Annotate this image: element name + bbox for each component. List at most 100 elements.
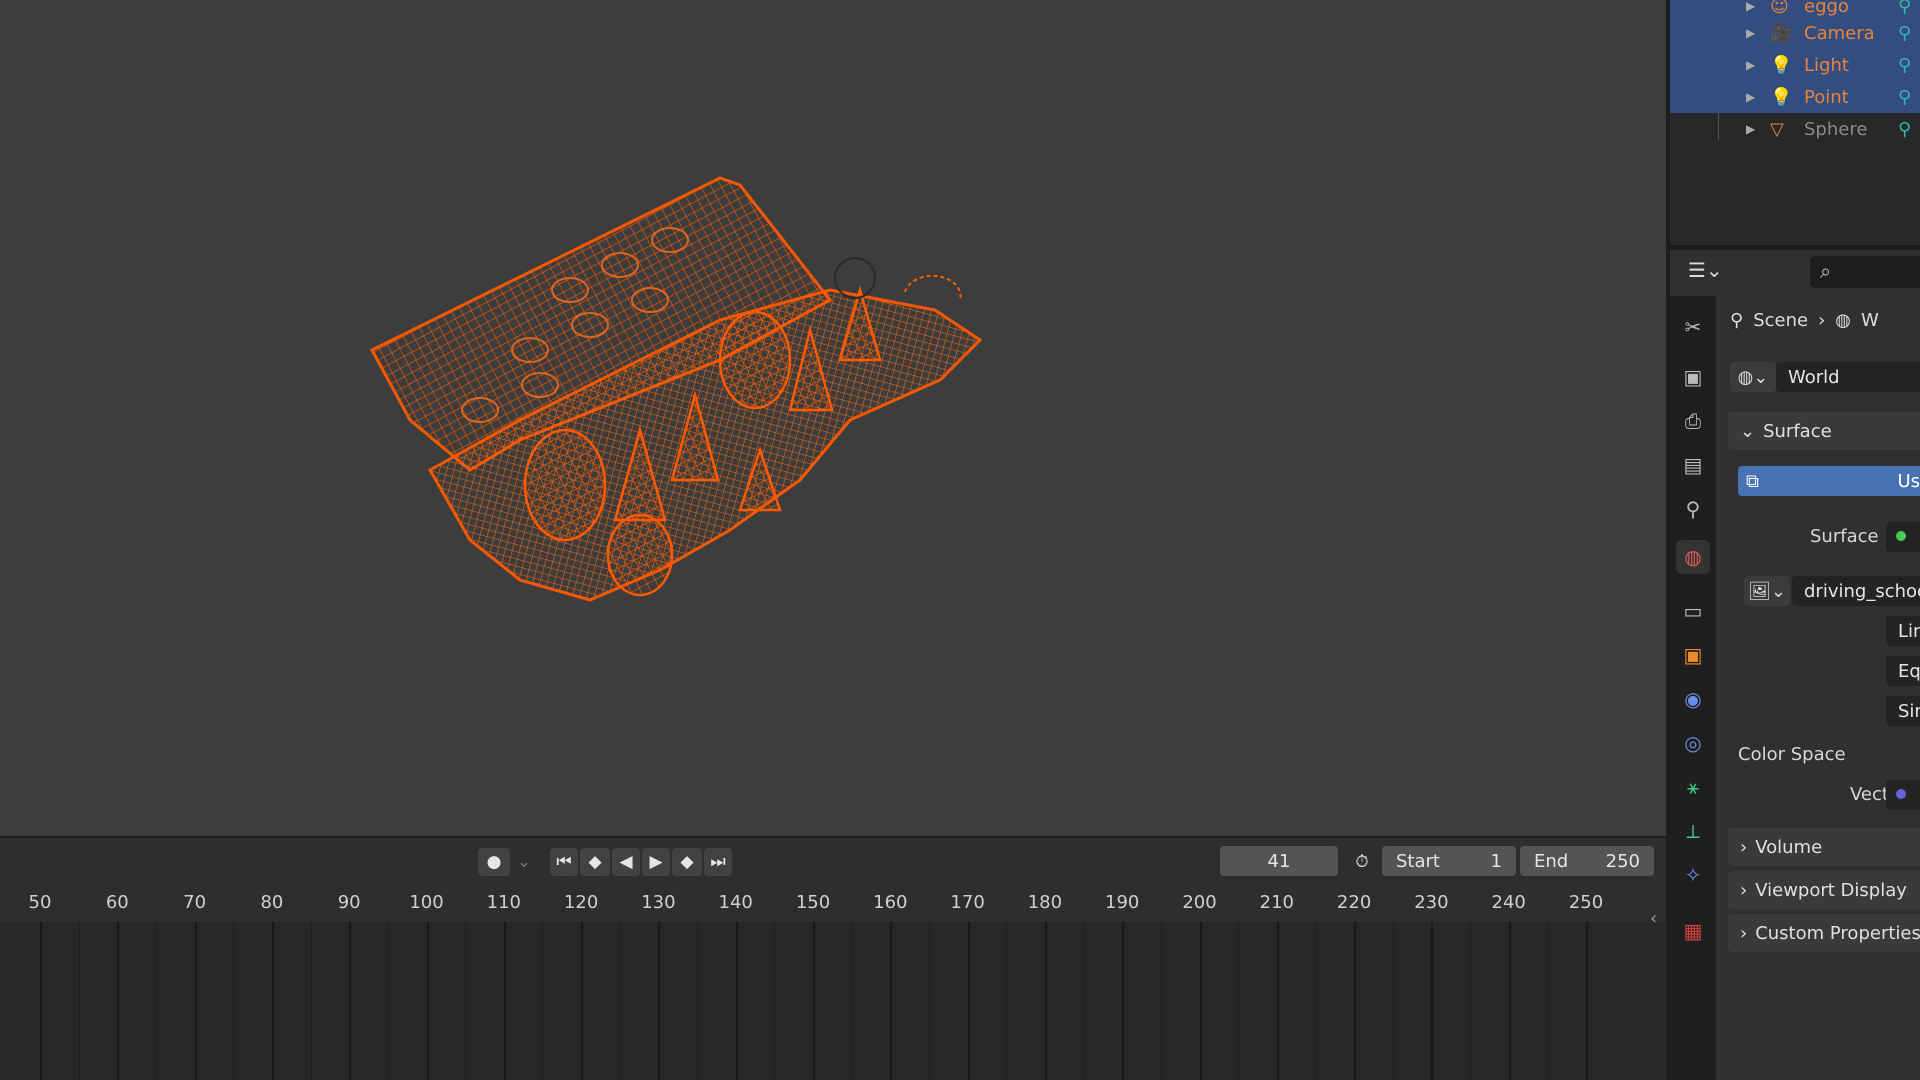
texture-icon[interactable]: ▦ (1680, 918, 1706, 944)
outliner-item[interactable]: ▶ 💡 Point ⚲ (1670, 81, 1920, 113)
world-icon[interactable]: ◍ (1676, 540, 1710, 574)
grid-line (658, 922, 661, 1080)
frame-tick-label: 200 (1182, 892, 1217, 913)
prev-keyframe-icon[interactable]: ◆ (580, 848, 610, 876)
frame-tick-label: 230 (1414, 892, 1449, 913)
chevron-right-icon: › (1818, 310, 1826, 331)
physics-icon[interactable]: ⚹ (1680, 774, 1706, 800)
view-layer-icon[interactable]: ▤ (1680, 452, 1706, 478)
play-reverse-icon[interactable]: ◀ (612, 848, 640, 876)
particles-icon[interactable]: ◎ (1680, 730, 1706, 756)
data-icon[interactable]: ⚲ (1898, 23, 1911, 44)
play-icon[interactable]: ▶ (642, 848, 670, 876)
render-icon[interactable]: ▣ (1680, 364, 1706, 390)
image-name-field[interactable]: driving_school_ (1792, 576, 1920, 606)
vector-field[interactable] (1886, 780, 1920, 810)
editor-type-icon[interactable]: ☰⌄ (1688, 258, 1730, 286)
object-icon[interactable]: ▣ (1680, 642, 1706, 668)
custom-properties-panel-header[interactable]: › Custom Properties (1728, 914, 1920, 952)
expand-arrow-icon[interactable]: ▶ (1746, 90, 1755, 104)
source-dropdown[interactable]: Sin (1886, 696, 1920, 726)
use-nodes-button[interactable]: ⧉ Us (1738, 466, 1920, 496)
grid-line (1276, 922, 1279, 1080)
stopwatch-icon[interactable]: ⏱ (1348, 848, 1376, 876)
data-icon[interactable]: ⚲ (1898, 87, 1911, 108)
interpolation-dropdown[interactable]: Lin (1886, 616, 1920, 646)
frame-tick-label: 210 (1259, 892, 1294, 913)
output-icon[interactable]: ⎙ (1680, 408, 1706, 434)
expand-arrow-icon[interactable]: ▶ (1746, 0, 1755, 13)
world-name-field[interactable]: World (1776, 362, 1920, 392)
projection-dropdown[interactable]: Equ (1886, 656, 1920, 686)
frame-tick-label: 100 (409, 892, 444, 913)
surface-shader-field[interactable] (1886, 522, 1920, 552)
constraint-icon[interactable]: ⟂ (1680, 818, 1706, 844)
world-browse-button[interactable]: ◍⌄ (1730, 362, 1776, 392)
expand-arrow-icon[interactable]: ▶ (1746, 58, 1755, 72)
grid-line (813, 922, 815, 1080)
next-keyframe-icon[interactable]: ◆ (672, 848, 702, 876)
outliner-item-label: eggo (1804, 0, 1849, 17)
grid-line (426, 922, 429, 1080)
data-icon[interactable]: ⚲ (1898, 0, 1911, 17)
scene-icon[interactable]: ⚲ (1680, 496, 1706, 522)
outliner-item[interactable]: ▶ 💡 Light ⚲ (1670, 49, 1920, 81)
chevron-down-icon[interactable]: ⌄ (512, 848, 536, 876)
chevron-right-icon: › (1740, 836, 1748, 858)
timeline-grid[interactable] (0, 922, 1590, 1080)
image-browse-button[interactable]: 🖼⌄ (1744, 576, 1790, 606)
collection-icon[interactable]: ▭ (1680, 598, 1706, 624)
modifier-icon[interactable]: ◉ (1680, 686, 1706, 712)
outliner-item[interactable]: ▶ ▽ Sphere ⚲ (1670, 113, 1920, 145)
breadcrumb-world: W (1861, 310, 1879, 331)
expand-arrow-icon[interactable]: ▶ (1746, 122, 1755, 136)
grid-line (1238, 922, 1240, 1080)
grid-line (349, 922, 352, 1080)
timeline-editor[interactable]: ● ⌄ ⏮ ◆ ◀ ▶ ◆ ⏭ 41 ⏱ Start 1 End 250 50 6… (0, 838, 1666, 1080)
projection-value: Equ (1898, 660, 1920, 682)
search-input[interactable]: ⌕ (1810, 256, 1920, 288)
outliner[interactable]: ▶ ☺ eggo ⚲ ▶ 🎥 Camera ⚲ ▶ 💡 Light ⚲ ▶ 💡 Point ⚲ ▶ ▽ Sphere… (1670, 0, 1920, 245)
tool-icon[interactable]: ✂ (1680, 314, 1706, 340)
frame-tick-label: 80 (260, 892, 284, 913)
frame-tick-label: 240 (1491, 892, 1526, 913)
current-frame-field[interactable]: 41 (1220, 846, 1338, 876)
frame-tick-label: 250 (1568, 892, 1604, 913)
grid-line (1006, 922, 1008, 1080)
node-icon: ⧉ (1746, 470, 1759, 492)
light-icon: 💡 (1770, 54, 1793, 76)
expand-arrow-icon[interactable]: ▶ (1746, 26, 1755, 40)
jump-start-icon[interactable]: ⏮ (550, 848, 578, 876)
viewport-display-panel-label: Viewport Display (1755, 879, 1907, 901)
data-icon[interactable]: ✧ (1680, 862, 1706, 888)
surface-panel-header[interactable]: ⌄ Surface (1728, 412, 1920, 450)
shader-socket-icon (1896, 531, 1906, 541)
current-frame-value: 41 (1267, 850, 1291, 872)
end-value: 250 (1605, 850, 1640, 872)
outliner-item-label: Point (1804, 86, 1849, 108)
start-frame-field[interactable]: Start 1 (1382, 846, 1516, 876)
data-icon[interactable]: ⚲ (1898, 119, 1911, 140)
viewport-display-panel-header[interactable]: › Viewport Display (1728, 871, 1920, 909)
grid-line (967, 922, 970, 1080)
grid-line (1470, 922, 1472, 1080)
data-icon[interactable]: ⚲ (1898, 55, 1911, 76)
grid-line (40, 922, 42, 1080)
wireframe-mesh[interactable] (0, 0, 1666, 836)
frame-tick-label: 220 (1336, 892, 1372, 913)
frame-ruler[interactable]: 50 60 70 80 90 100 110 120 130 140 150 160 170 180 190… (0, 884, 1666, 922)
frame-tick-label: 150 (795, 892, 831, 913)
chevron-left-icon[interactable]: ‹ (1650, 908, 1657, 929)
3d-viewport[interactable] (0, 0, 1666, 836)
grid-line (194, 922, 197, 1080)
armature-icon: ☺ (1770, 0, 1789, 17)
frame-tick-label: 140 (718, 892, 753, 913)
record-icon[interactable]: ● (478, 848, 510, 876)
grid-line (117, 922, 120, 1080)
volume-panel-header[interactable]: › Volume (1728, 828, 1920, 866)
outliner-item[interactable]: ▶ 🎥 Camera ⚲ (1670, 17, 1920, 49)
jump-end-icon[interactable]: ⏭ (704, 848, 732, 876)
end-frame-field[interactable]: End 250 (1520, 846, 1654, 876)
grid-line (271, 922, 274, 1080)
volume-panel-label: Volume (1755, 836, 1823, 858)
